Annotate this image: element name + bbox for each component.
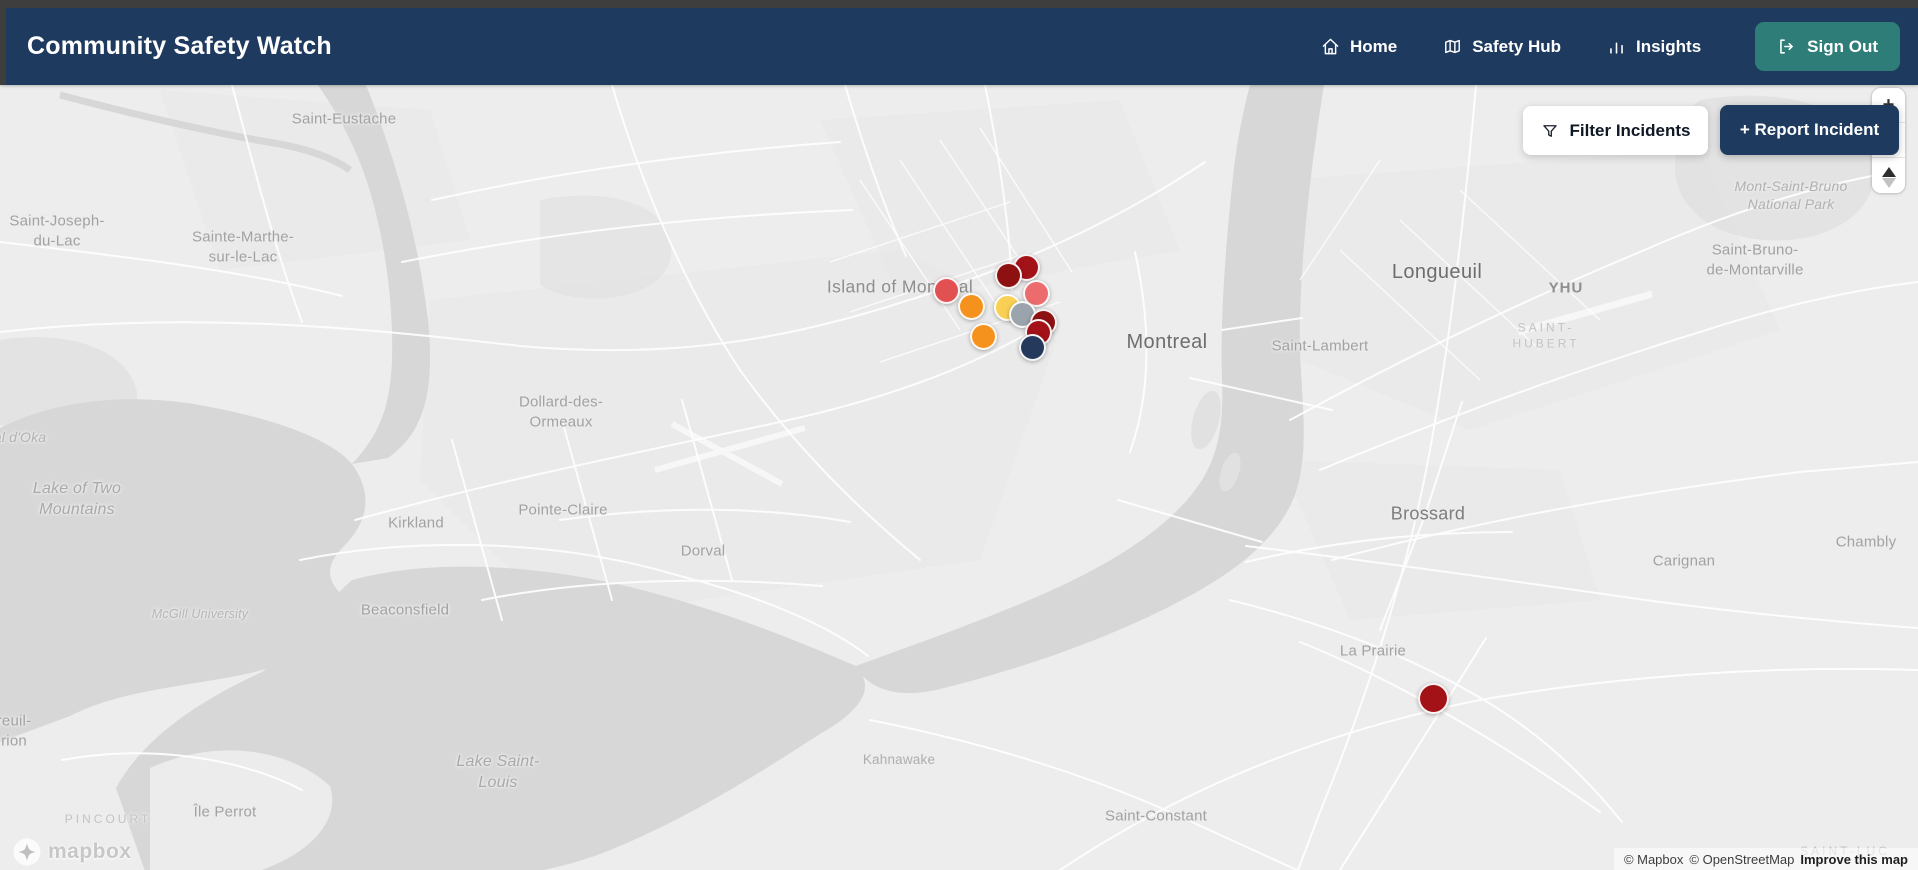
sign-out-icon	[1777, 37, 1796, 56]
nav-item-home[interactable]: Home	[1321, 37, 1397, 57]
app-title: Community Safety Watch	[27, 32, 332, 60]
report-incident-button[interactable]: + Report Incident	[1720, 105, 1899, 155]
mapbox-wordmark: mapbox	[48, 840, 132, 863]
map-label: Saint-Joseph-du-Lac	[9, 212, 105, 250]
map-label: Mont-Saint-Bruno National Park	[1734, 177, 1848, 212]
map-label: Dorval	[680, 542, 726, 560]
mapbox-attribution-link[interactable]: © Mapbox	[1624, 852, 1683, 867]
map-label: Île Perrot	[193, 803, 257, 821]
app-header: Community Safety Watch Home Safety Hub Ins…	[0, 8, 1918, 85]
improve-map-link[interactable]: Improve this map	[1800, 852, 1908, 867]
map-icon	[1443, 37, 1462, 56]
nav-item-label: Home	[1349, 36, 1398, 56]
incident-marker[interactable]	[969, 322, 997, 350]
filter-incidents-label: Filter Incidents	[1569, 120, 1691, 140]
map-label: YHU	[1548, 279, 1584, 297]
map-label: Chambly	[1835, 533, 1897, 551]
map-label: La Prairie	[1339, 642, 1407, 660]
map-attribution: © Mapbox © OpenStreetMap Improve this ma…	[1613, 848, 1918, 870]
map-container[interactable]: Saint-Eustache Saint-Joseph-du-Lac Sainte-…	[0, 0, 1918, 870]
screen: Saint-Eustache Saint-Joseph-du-Lac Sainte-…	[0, 0, 1918, 870]
incident-marker[interactable]	[932, 276, 960, 304]
map-label: SAINT- HUBERT	[1512, 320, 1580, 350]
incident-marker[interactable]	[994, 261, 1022, 289]
nav-item-safety-hub[interactable]: Safety Hub	[1443, 37, 1561, 57]
map-label: Beaconsfield	[360, 601, 450, 619]
sign-out-button[interactable]: Sign Out	[1755, 22, 1900, 71]
map-label: McGill University	[151, 606, 249, 621]
map-label: Lake Saint- Louis	[456, 753, 540, 791]
map-label: Saint-Constant	[1104, 807, 1208, 825]
nav-item-insights[interactable]: Insights	[1607, 37, 1701, 57]
map-label: Longueuil	[1391, 261, 1483, 283]
map-label: Saint-Eustache	[291, 110, 397, 128]
map-label: Kirkland	[388, 514, 444, 532]
main-nav: Home Safety Hub Insights Sign Out	[1321, 22, 1900, 71]
map-label: Carignan	[1652, 552, 1716, 570]
map-label: Sainte-Marthe-sur-le-Lac	[191, 228, 295, 266]
map-label: Saint-Bruno-de-Montarville	[1706, 241, 1804, 279]
top-strip	[0, 0, 1918, 8]
map-label: Brossard	[1390, 503, 1466, 524]
nav-item-label: Insights	[1636, 36, 1702, 56]
map-label: Pointe-Claire	[518, 501, 608, 519]
sign-out-label: Sign Out	[1807, 36, 1878, 56]
filter-incidents-button[interactable]: Filter Incidents	[1523, 106, 1708, 155]
map-label: Lake of Two Mountains	[32, 480, 122, 518]
mapbox-logo[interactable]: mapbox	[12, 837, 132, 867]
triangle-down-icon	[1881, 177, 1896, 188]
map-label: al d'Oka	[0, 428, 47, 445]
incident-marker[interactable]	[1018, 333, 1046, 361]
map-label: Saint-Lambert	[1271, 337, 1369, 355]
triangle-up-icon	[1881, 166, 1896, 177]
pitch-toggle-button[interactable]	[1872, 158, 1905, 193]
map-label: PINCOURT	[64, 812, 152, 827]
home-icon	[1321, 37, 1340, 56]
insights-icon	[1607, 37, 1626, 56]
map-label: reuil-rion	[0, 712, 32, 750]
osm-attribution-link[interactable]: © OpenStreetMap	[1689, 852, 1794, 867]
map-label: Dollard-des- Ormeaux	[518, 393, 604, 431]
map-label: Montreal	[1126, 331, 1208, 353]
map-label: Kahnawake	[862, 752, 936, 768]
nav-item-label: Safety Hub	[1472, 36, 1561, 56]
mapbox-logo-icon	[12, 837, 42, 867]
left-edge-strip	[0, 0, 6, 85]
filter-icon	[1541, 122, 1559, 140]
incident-marker[interactable]	[1417, 682, 1449, 714]
incident-marker[interactable]	[957, 292, 985, 320]
